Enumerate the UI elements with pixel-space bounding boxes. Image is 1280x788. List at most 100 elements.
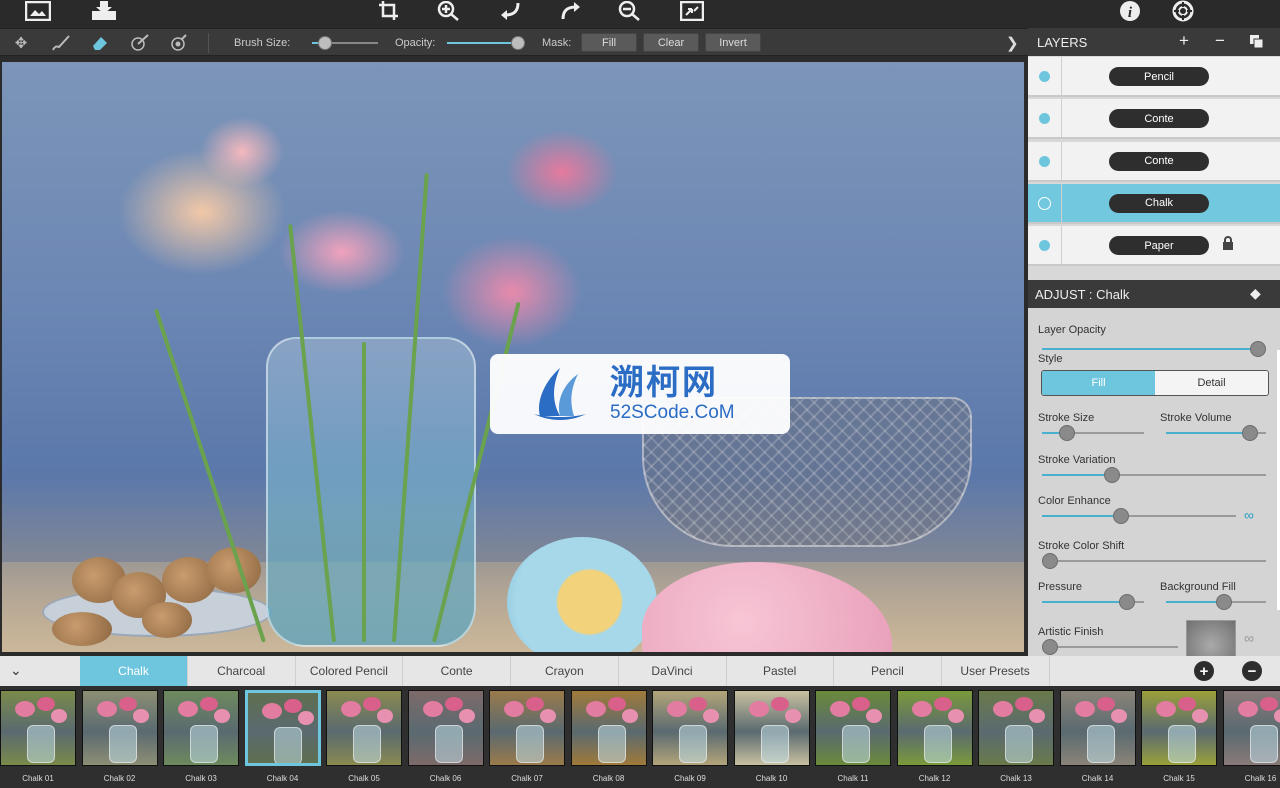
undo-icon[interactable] xyxy=(497,0,525,22)
opacity-slider[interactable] xyxy=(447,36,525,50)
layer-visibility-toggle[interactable] xyxy=(1038,196,1051,210)
preset-thumbnail[interactable] xyxy=(163,690,239,766)
slider-knob[interactable] xyxy=(1241,425,1258,441)
fit-to-screen-icon[interactable] xyxy=(678,0,706,22)
preset-thumbnail[interactable] xyxy=(978,690,1054,766)
slider-knob[interactable] xyxy=(1042,553,1058,569)
preset-thumbnail[interactable] xyxy=(489,690,565,766)
lock-icon[interactable] xyxy=(1222,236,1234,253)
redo-icon[interactable] xyxy=(556,0,584,22)
remove-preset-icon[interactable]: − xyxy=(1242,661,1262,681)
layer-name[interactable]: Conte xyxy=(1109,151,1209,171)
tab-pencil[interactable]: Pencil xyxy=(834,656,942,686)
info-icon[interactable]: i xyxy=(1116,0,1144,22)
save-download-icon[interactable] xyxy=(90,0,118,22)
open-image-icon[interactable] xyxy=(24,0,52,22)
color-enhance-slider[interactable] xyxy=(1042,508,1236,524)
preset-thumbnail[interactable] xyxy=(407,690,484,766)
link-icon[interactable]: ∞ xyxy=(1244,630,1254,646)
tab-crayon[interactable]: Crayon xyxy=(511,656,619,686)
layer-row[interactable]: Paper xyxy=(1028,226,1280,267)
tab-colored-pencil[interactable]: Colored Pencil xyxy=(295,656,404,686)
mask-invert-button[interactable]: Invert xyxy=(705,33,761,52)
preset-thumbnail[interactable] xyxy=(1141,690,1217,766)
thumbnail-flower xyxy=(540,709,556,723)
stroke-variation-slider[interactable] xyxy=(1042,467,1266,483)
brush-tool-icon[interactable] xyxy=(50,33,72,53)
thumbnail-flower xyxy=(96,701,117,717)
slider-knob[interactable] xyxy=(318,36,333,50)
slider-knob[interactable] xyxy=(1042,639,1058,655)
slider-knob[interactable] xyxy=(1119,594,1136,610)
style-detail-option[interactable]: Detail xyxy=(1155,371,1268,395)
style-fill-option[interactable]: Fill xyxy=(1042,371,1155,395)
preset-thumbnail[interactable] xyxy=(1222,690,1280,766)
layer-visibility-toggle[interactable] xyxy=(1039,113,1050,125)
eraser-tool-icon[interactable] xyxy=(89,33,111,53)
slider-knob[interactable] xyxy=(511,36,525,50)
add-layer-icon[interactable]: + xyxy=(1179,31,1189,51)
tab-chalk[interactable]: Chalk xyxy=(80,656,188,686)
chevron-down-icon[interactable]: ⌄ xyxy=(10,662,22,679)
slider-knob[interactable] xyxy=(1104,467,1121,483)
zoom-out-icon[interactable] xyxy=(616,0,644,22)
layer-name[interactable]: Chalk xyxy=(1109,193,1209,213)
stroke-volume-slider[interactable] xyxy=(1166,425,1266,441)
artistic-finish-texture-swatch[interactable] xyxy=(1186,620,1236,656)
stroke-color-shift-slider[interactable] xyxy=(1042,553,1266,569)
tab-user-presets[interactable]: User Presets xyxy=(942,656,1050,686)
duplicate-layer-icon[interactable] xyxy=(1250,34,1264,54)
preset-thumbnail[interactable] xyxy=(326,690,402,766)
move-tool-icon[interactable]: ✥ xyxy=(10,33,32,53)
preset-thumbnail[interactable] xyxy=(896,690,973,766)
thumbnail-jar xyxy=(190,725,218,763)
layer-name[interactable]: Pencil xyxy=(1109,67,1209,86)
thumbnail-flower xyxy=(1110,709,1127,723)
help-lifebuoy-icon[interactable] xyxy=(1169,0,1197,22)
add-preset-icon[interactable]: + xyxy=(1194,661,1214,681)
stroke-brush-tool-icon[interactable] xyxy=(129,33,151,53)
layer-name[interactable]: Conte xyxy=(1109,109,1209,129)
layer-row[interactable]: Conte xyxy=(1028,99,1280,140)
preset-thumbnail[interactable] xyxy=(1059,690,1136,766)
tab-charcoal[interactable]: Charcoal xyxy=(188,656,296,686)
layer-visibility-toggle[interactable] xyxy=(1039,240,1050,252)
chevron-right-icon[interactable]: ❯ xyxy=(1006,34,1019,52)
mask-fill-button[interactable]: Fill xyxy=(581,33,637,52)
preset-thumbnail[interactable] xyxy=(244,690,321,766)
layer-row[interactable]: Pencil xyxy=(1028,57,1280,97)
layer-name[interactable]: Paper xyxy=(1109,236,1209,256)
preset-label: Chalk 12 xyxy=(918,774,951,783)
smudge-tool-icon[interactable] xyxy=(168,33,190,53)
slider-knob[interactable] xyxy=(1216,594,1233,610)
preset-label: Chalk 02 xyxy=(103,774,136,783)
layer-visibility-toggle[interactable] xyxy=(1039,71,1050,82)
background-fill-slider[interactable] xyxy=(1166,594,1266,610)
layer-row[interactable]: Conte xyxy=(1028,141,1280,182)
stroke-size-slider[interactable] xyxy=(1042,425,1144,441)
tab-pastel[interactable]: Pastel xyxy=(726,656,835,686)
preset-thumbnail[interactable] xyxy=(570,690,647,766)
remove-layer-icon[interactable]: − xyxy=(1215,31,1225,51)
pressure-slider[interactable] xyxy=(1042,594,1144,610)
slider-knob[interactable] xyxy=(1250,341,1266,357)
brush-size-slider[interactable] xyxy=(312,36,378,50)
crop-icon[interactable] xyxy=(375,0,403,22)
tab-conte[interactable]: Conte xyxy=(403,656,512,686)
layer-row[interactable]: Chalk xyxy=(1028,183,1280,224)
preset-tag-icon[interactable]: ◆ xyxy=(1250,285,1261,302)
layer-visibility-toggle[interactable] xyxy=(1039,155,1050,167)
mask-clear-button[interactable]: Clear xyxy=(643,33,699,52)
preset-thumbnail[interactable] xyxy=(652,690,728,766)
preset-thumbnail[interactable] xyxy=(0,690,76,766)
preset-thumbnail[interactable] xyxy=(81,690,158,766)
zoom-in-icon[interactable] xyxy=(435,0,463,22)
slider-knob[interactable] xyxy=(1113,508,1130,524)
tab-davinci[interactable]: DaVinci xyxy=(619,656,727,686)
preset-thumbnail[interactable] xyxy=(815,690,891,766)
preset-thumbnail[interactable] xyxy=(733,690,810,766)
layer-opacity-slider[interactable] xyxy=(1042,341,1266,357)
link-icon[interactable]: ∞ xyxy=(1244,507,1254,523)
slider-knob[interactable] xyxy=(1059,425,1076,441)
artistic-finish-slider[interactable] xyxy=(1042,639,1178,655)
